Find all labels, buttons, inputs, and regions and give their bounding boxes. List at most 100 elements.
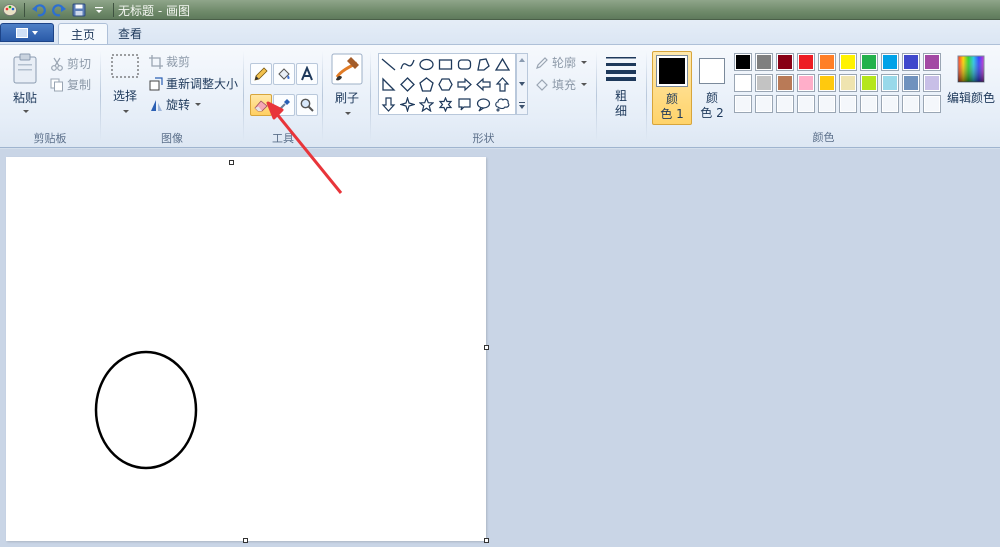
brushes-button[interactable]: 刷子 (329, 53, 365, 115)
palette-color-swatch[interactable] (818, 74, 836, 92)
oval-shape-icon[interactable] (417, 55, 436, 74)
palette-color-swatch[interactable] (923, 74, 941, 92)
group-separator (646, 51, 647, 141)
palette-empty-swatch[interactable] (902, 95, 920, 113)
rounded-callout-shape-icon[interactable] (455, 95, 474, 114)
paint-menu-button[interactable] (0, 23, 54, 42)
canvas-resize-handle-right[interactable] (484, 345, 489, 350)
right-triangle-shape-icon[interactable] (379, 75, 398, 94)
up-arrow-shape-icon[interactable] (493, 75, 512, 94)
paste-button[interactable]: 粘贴 (8, 53, 42, 113)
copy-button[interactable]: 复制 (50, 76, 91, 93)
crop-button[interactable]: 裁剪 (149, 53, 190, 70)
outline-button[interactable]: 轮廓 (535, 54, 588, 71)
resize-button[interactable]: 重新调整大小 (149, 75, 238, 92)
text-tool[interactable] (296, 63, 318, 85)
customize-qat-icon[interactable] (91, 2, 107, 18)
five-point-star-shape-icon[interactable] (417, 95, 436, 114)
palette-color-swatch[interactable] (818, 53, 836, 71)
shapes-gallery-scrollbar[interactable] (516, 53, 528, 115)
color-2-button[interactable]: 颜 色 2 (694, 51, 730, 125)
palette-empty-swatch[interactable] (776, 95, 794, 113)
palette-empty-swatch[interactable] (839, 95, 857, 113)
rectangle-shape-icon[interactable] (436, 55, 455, 74)
pencil-tool[interactable] (250, 63, 272, 85)
pentagon-shape-icon[interactable] (417, 75, 436, 94)
palette-swatch-fill (925, 97, 939, 111)
left-arrow-shape-icon[interactable] (474, 75, 493, 94)
line-thickness-icon (606, 57, 636, 81)
save-icon[interactable] (71, 2, 87, 18)
image-group: 选择 裁剪 重新调整大小 旋转 图像 (101, 45, 243, 148)
palette-empty-swatch[interactable] (923, 95, 941, 113)
palette-color-swatch[interactable] (860, 74, 878, 92)
palette-empty-swatch[interactable] (734, 95, 752, 113)
triangle-shape-icon[interactable] (493, 55, 512, 74)
cut-button[interactable]: 剪切 (50, 55, 91, 72)
canvas-resize-handle-top[interactable] (229, 160, 234, 165)
palette-color-swatch[interactable] (755, 53, 773, 71)
edit-colors-button[interactable]: 编辑颜色 (946, 55, 996, 106)
canvas-resize-handle-corner[interactable] (484, 538, 489, 543)
palette-color-swatch[interactable] (797, 74, 815, 92)
color-2-swatch-frame (699, 58, 725, 84)
fill-tool[interactable] (273, 63, 295, 85)
cloud-callout-shape-icon[interactable] (493, 95, 512, 114)
palette-color-swatch[interactable] (839, 53, 857, 71)
palette-color-swatch[interactable] (776, 53, 794, 71)
size-button[interactable]: 粗 细 (603, 55, 639, 119)
palette-color-swatch[interactable] (734, 53, 752, 71)
palette-empty-swatch[interactable] (860, 95, 878, 113)
drawing-canvas[interactable] (6, 157, 486, 541)
clipboard-group: 粘贴 剪切 复制 剪贴板 (0, 45, 100, 148)
selection-icon (111, 54, 139, 78)
outline-label: 轮廓 (552, 56, 577, 70)
document-icon (16, 27, 28, 38)
rotate-button[interactable]: 旋转 (149, 96, 202, 113)
curve-shape-icon[interactable] (398, 55, 417, 74)
tab-home[interactable]: 主页 (58, 23, 109, 44)
eraser-tool[interactable] (250, 94, 272, 116)
rounded-rectangle-shape-icon[interactable] (455, 55, 474, 74)
six-point-star-shape-icon[interactable] (436, 95, 455, 114)
palette-swatch-fill (883, 55, 897, 69)
palette-color-swatch[interactable] (839, 74, 857, 92)
canvas-resize-handle-bottom[interactable] (243, 538, 248, 543)
right-arrow-shape-icon[interactable] (455, 75, 474, 94)
chevron-down-icon (32, 30, 38, 35)
polygon-shape-icon[interactable] (474, 55, 493, 74)
palette-empty-swatch[interactable] (881, 95, 899, 113)
palette-swatch-fill (820, 55, 834, 69)
color-picker-tool[interactable] (273, 94, 295, 116)
palette-color-swatch[interactable] (902, 53, 920, 71)
paint-app-icon[interactable] (2, 2, 18, 18)
four-point-star-shape-icon[interactable] (398, 95, 417, 114)
oval-callout-shape-icon[interactable] (474, 95, 493, 114)
palette-color-swatch[interactable] (755, 74, 773, 92)
down-arrow-shape-icon[interactable] (379, 95, 398, 114)
redo-icon[interactable] (51, 2, 67, 18)
select-button[interactable]: 选择 (107, 53, 143, 113)
color-1-button[interactable]: 颜 色 1 (652, 51, 692, 125)
palette-color-swatch[interactable] (860, 53, 878, 71)
undo-icon[interactable] (31, 2, 47, 18)
palette-swatch-fill (736, 55, 750, 69)
palette-color-swatch[interactable] (734, 74, 752, 92)
magnifier-tool[interactable] (296, 94, 318, 116)
palette-color-swatch[interactable] (881, 74, 899, 92)
fill-button[interactable]: 填充 (535, 76, 588, 93)
palette-color-swatch[interactable] (881, 53, 899, 71)
palette-swatch-fill (757, 55, 771, 69)
copy-icon (50, 78, 63, 91)
palette-color-swatch[interactable] (923, 53, 941, 71)
palette-color-swatch[interactable] (797, 53, 815, 71)
palette-color-swatch[interactable] (902, 74, 920, 92)
diamond-shape-icon[interactable] (398, 75, 417, 94)
palette-empty-swatch[interactable] (755, 95, 773, 113)
palette-empty-swatch[interactable] (797, 95, 815, 113)
line-shape-icon[interactable] (379, 55, 398, 74)
hexagon-shape-icon[interactable] (436, 75, 455, 94)
palette-empty-swatch[interactable] (818, 95, 836, 113)
tab-view[interactable]: 查看 (106, 23, 154, 44)
palette-color-swatch[interactable] (776, 74, 794, 92)
